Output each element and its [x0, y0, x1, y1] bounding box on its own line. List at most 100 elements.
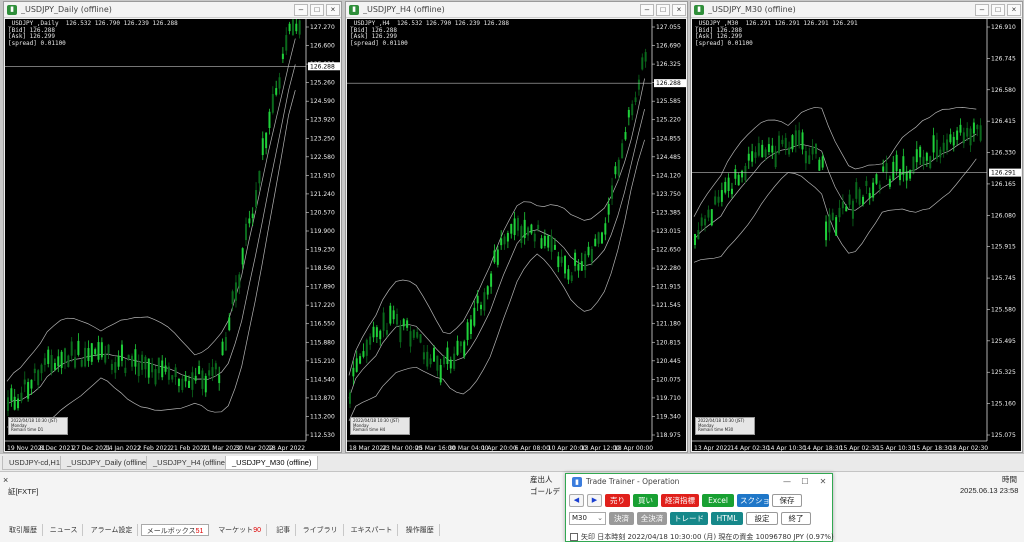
maximize-icon[interactable]: □ [310, 3, 324, 16]
upper-band [693, 106, 977, 217]
chart-title: _USDJPY_Daily (offline) [21, 5, 112, 14]
sell-button[interactable]: 売り [605, 494, 630, 507]
terminal-tab[interactable]: 取引履歴 [4, 524, 43, 536]
chart-tab-daily[interactable]: _USDJPY_Daily (offline) [60, 456, 156, 470]
y-tick-label: 126.415 [991, 118, 1016, 125]
terminal-tab[interactable]: 記事 [271, 524, 297, 536]
terminal-tab[interactable]: マーケット90 [213, 524, 267, 536]
exit-button[interactable]: 終了 [781, 512, 811, 525]
close-icon[interactable]: ✕ [814, 477, 832, 486]
terminal-tab[interactable]: アラーム設定 [86, 524, 139, 536]
minimize-icon[interactable]: — [778, 477, 796, 486]
excel-button[interactable]: Excel [702, 494, 734, 507]
candle-body [892, 161, 895, 180]
x-tick-label: 15 Apr 02:30 [840, 445, 879, 451]
chart-titlebar[interactable]: ▮ _USDJPY_H4 (offline) – □ × [346, 2, 687, 18]
y-tick-label: 126.745 [991, 55, 1016, 62]
chart-window-daily[interactable]: ▮ _USDJPY_Daily (offline) – □ × 127.270 1… [3, 1, 342, 453]
terminal-tab[interactable]: ライブラリ [298, 524, 344, 536]
candle-body [835, 217, 838, 236]
terminal-tab[interactable]: エキスパート [346, 524, 399, 536]
chart-window-h4[interactable]: ▮ _USDJPY_H4 (offline) – □ × 127.055 126.… [345, 1, 688, 453]
candle-body [788, 147, 791, 155]
y-tick-label: 117.220 [310, 302, 335, 309]
close-icon[interactable]: × [1007, 3, 1021, 16]
settle-all-button[interactable]: 全決済 [637, 512, 667, 525]
indicators-button[interactable]: 経済指標 [661, 494, 699, 507]
candle-body [245, 223, 248, 241]
candle-body [359, 356, 362, 364]
candle-body [493, 250, 496, 263]
candle-body [872, 182, 875, 198]
dialog-titlebar[interactable]: ▮ Trade Trainer - Operation — ☐ ✕ [566, 474, 832, 489]
candle-body [564, 256, 567, 274]
middle-band [6, 64, 296, 405]
candle-body [821, 156, 824, 168]
candle-body [238, 274, 241, 288]
minimize-icon[interactable]: – [640, 3, 654, 16]
chart-tab-m30[interactable]: _USDJPY_M30 (offline) [225, 456, 319, 470]
chart-window-m30[interactable]: ▮ _USDJPY_M30 (offline) – □ × 126.910 126… [690, 1, 1023, 453]
prev-button[interactable]: ◀ [569, 494, 584, 507]
candle-body [369, 336, 372, 345]
trade-button[interactable]: トレード [670, 512, 708, 525]
chart-titlebar[interactable]: ▮ _USDJPY_Daily (offline) – □ × [4, 2, 341, 18]
maximize-icon[interactable]: ☐ [796, 477, 814, 486]
candle-body [7, 397, 9, 411]
candle-body [268, 111, 271, 128]
y-tick-label: 121.240 [310, 191, 335, 198]
save-button[interactable]: 保存 [772, 494, 802, 507]
candle-body [694, 233, 696, 245]
candle-body [469, 319, 472, 334]
y-tick-label: 125.220 [656, 117, 681, 124]
candle-body [439, 364, 442, 383]
arrow-checkbox[interactable] [570, 533, 578, 541]
candle-body [161, 360, 164, 378]
candle-body [972, 122, 975, 134]
chart-tabs-bar: USDJPY-cd,H1 _USDJPY_Daily (offline) _US… [0, 453, 1024, 471]
candle-body [818, 159, 821, 171]
candle-body [949, 134, 952, 143]
candle-body [131, 355, 134, 367]
screenshot-button[interactable]: スクショ [737, 494, 770, 507]
candle-body [838, 207, 841, 218]
candle-body [201, 370, 204, 389]
html-button[interactable]: HTML [711, 512, 743, 525]
next-button[interactable]: ▶ [587, 494, 602, 507]
timeframe-select[interactable]: M30 ⌄ [569, 512, 606, 525]
maximize-icon[interactable]: □ [991, 3, 1005, 16]
chart-tab-h4[interactable]: _USDJPY_H4 (offline) [146, 456, 235, 470]
price-chart[interactable]: 126.910 126.745 126.580 126.415 126.330 126.1… [692, 19, 1021, 451]
buy-button[interactable]: 買い [633, 494, 658, 507]
y-tick-label: 117.890 [310, 284, 335, 291]
terminal-tab[interactable]: ニュース [45, 524, 84, 536]
y-tick-label: 119.230 [310, 247, 335, 254]
maximize-icon[interactable]: □ [656, 3, 670, 16]
candle-body [379, 330, 382, 340]
close-icon[interactable]: × [672, 3, 686, 16]
status-line: 矢印 日本時刻 2022/04/18 10:30:00 (月) 現在の資金 10… [570, 532, 834, 542]
candle-body [767, 144, 770, 153]
chart-tab-usdjpy-cd-h1[interactable]: USDJPY-cd,H1 [2, 456, 67, 470]
candle-body [771, 145, 774, 153]
candle-body [925, 152, 928, 161]
candle-body [231, 291, 234, 304]
settings-button[interactable]: 設定 [746, 512, 778, 525]
chart-titlebar[interactable]: ▮ _USDJPY_M30 (offline) – □ × [691, 2, 1022, 18]
mini-remain: Remain time D1 [11, 427, 44, 432]
terminal-tab[interactable]: メールボックス51 [140, 524, 210, 536]
candle-body [888, 178, 891, 187]
price-chart[interactable]: 127.055126.690126.325125.955125.585125.2… [347, 19, 686, 451]
close-icon[interactable]: × [326, 3, 340, 16]
candle-body [147, 358, 150, 378]
candle-body [181, 378, 184, 391]
minimize-icon[interactable]: – [975, 3, 989, 16]
column-header: 産出人 [530, 475, 553, 484]
terminal-tab[interactable]: 操作履歴 [401, 524, 440, 536]
candle-body [409, 331, 412, 347]
candle-body [611, 185, 614, 199]
price-chart[interactable]: 127.270126.600125.930125.260124.590123.9… [5, 19, 340, 451]
panel-close-icon[interactable]: × [3, 475, 8, 485]
settle-button[interactable]: 決済 [609, 512, 634, 525]
minimize-icon[interactable]: – [294, 3, 308, 16]
